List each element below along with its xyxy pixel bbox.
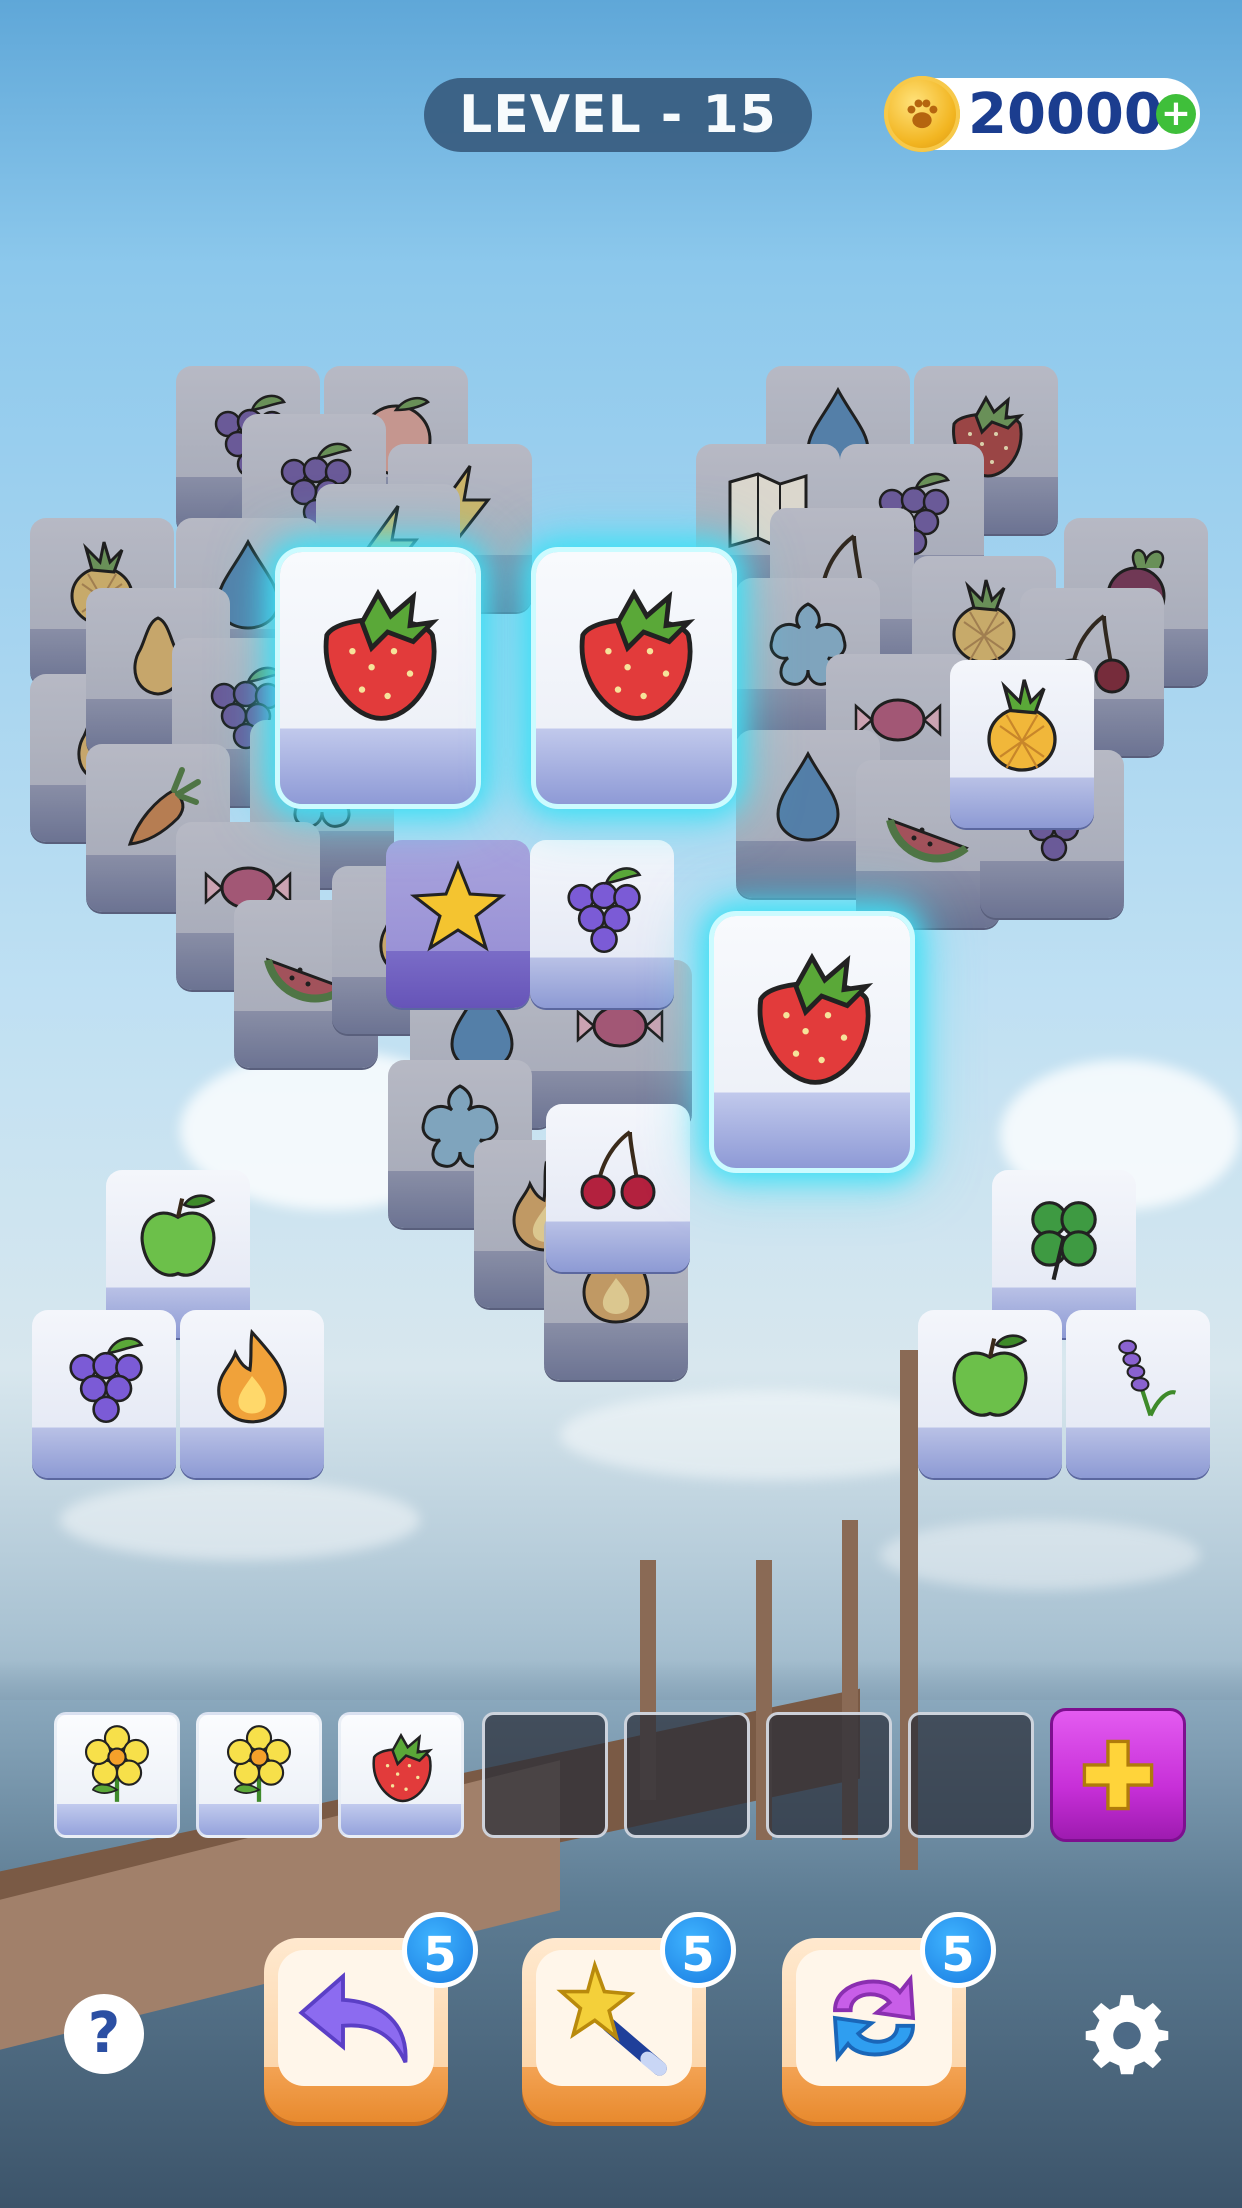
tile-strawberry-selected[interactable] [536,552,732,804]
tray-slot-empty [624,1712,750,1838]
tray-slot-flower [54,1712,180,1838]
tray-slot-empty [908,1712,1034,1838]
tray-slot-strawberry [338,1712,464,1838]
settings-button[interactable] [1084,1990,1170,2076]
coin-count: 20000 [968,82,1163,147]
add-tray-slot-button[interactable] [1050,1708,1186,1842]
tile-grape[interactable] [32,1310,176,1478]
tile-flame[interactable] [180,1310,324,1478]
level-indicator: LEVEL - 15 [424,78,812,152]
tile-grape[interactable] [530,840,674,1008]
add-coins-button[interactable]: + [1156,94,1196,134]
tile-lavender[interactable] [1066,1310,1210,1478]
tile-strawberry-selected[interactable] [280,552,476,804]
tile-strawberry-selected[interactable] [714,916,910,1168]
gear-icon [1085,1995,1169,2075]
tray-slot-empty [766,1712,892,1838]
undo-arrow-icon [298,1972,408,2064]
tile-cherry[interactable] [546,1104,690,1272]
undo-count-badge: 5 [402,1912,478,1988]
paw-coin-icon [884,76,960,152]
tile-star[interactable] [386,840,530,1008]
magic-wand-icon [556,1959,667,2076]
shuffle-icon [832,1973,916,2063]
tray-slot-flower [196,1712,322,1838]
tile-pineapple[interactable] [950,660,1094,828]
shuffle-count-badge: 5 [920,1912,996,1988]
help-button[interactable]: ? [64,1994,144,2074]
tray-slot-empty [482,1712,608,1838]
tile-apple[interactable] [918,1310,1062,1478]
magic-wand-count-badge: 5 [660,1912,736,1988]
plus-icon [1082,1739,1154,1811]
